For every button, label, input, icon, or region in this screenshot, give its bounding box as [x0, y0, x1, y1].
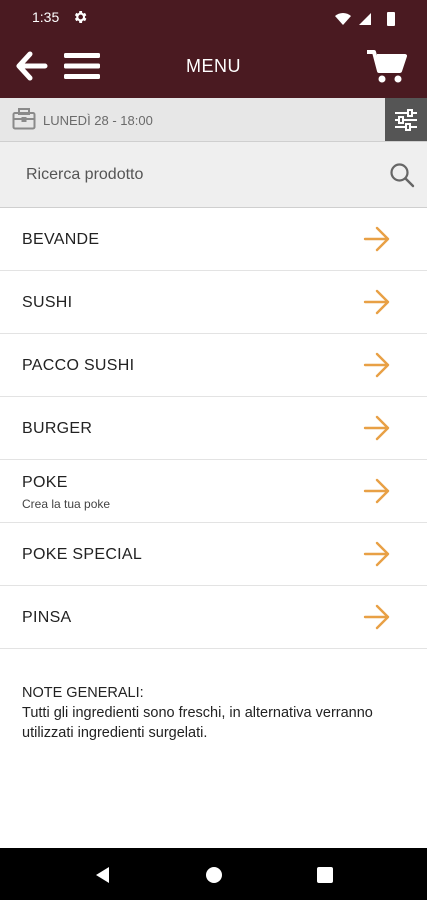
- cart-icon[interactable]: [367, 48, 407, 84]
- nav-recents-icon[interactable]: [314, 864, 336, 886]
- category-label: PACCO SUSHI: [22, 357, 135, 374]
- page-title: MENU: [186, 56, 241, 76]
- nav-home-icon[interactable]: [203, 864, 225, 886]
- system-status-icons: [335, 12, 395, 26]
- battery-icon: [387, 12, 395, 26]
- arrow-right-icon: [363, 541, 390, 567]
- category-label: POKE: [22, 474, 68, 491]
- list-item[interactable]: SUSHI: [0, 271, 427, 334]
- list-item[interactable]: PACCO SUSHI: [0, 334, 427, 397]
- notes-text: Tutti gli ingredienti sono freschi, in a…: [22, 705, 373, 741]
- delivery-date-label: LUNEDÌ 28 - 18:00: [43, 113, 153, 128]
- signal-icon: [359, 13, 371, 25]
- list-item[interactable]: POKE SPECIAL: [0, 523, 427, 586]
- category-label: BEVANDE: [22, 231, 100, 248]
- category-subtitle: Crea la tua poke: [22, 497, 111, 511]
- arrow-right-icon: [363, 352, 390, 378]
- search-input[interactable]: Ricerca prodotto: [26, 166, 143, 184]
- system-navigation-bar: [0, 848, 427, 900]
- arrow-right-icon: [363, 604, 390, 630]
- arrow-right-icon: [363, 415, 390, 441]
- category-label: POKE SPECIAL: [22, 546, 143, 563]
- wifi-icon: [335, 12, 351, 25]
- app-bar: MENU: [0, 36, 427, 98]
- category-label: PINSA: [22, 609, 72, 626]
- list-item[interactable]: BEVANDE: [0, 208, 427, 271]
- general-notes: NOTE GENERALI: Tutti gli ingredienti son…: [22, 683, 412, 743]
- list-item[interactable]: POKE Crea la tua poke: [0, 460, 427, 523]
- arrow-right-icon: [363, 478, 390, 504]
- calendar-icon: [12, 108, 36, 130]
- nav-back-icon[interactable]: [92, 864, 114, 886]
- list-item[interactable]: PINSA: [0, 586, 427, 649]
- status-time: 1:35: [32, 9, 60, 25]
- category-list: BEVANDE SUSHI PACCO SUSHI BURGER POKE Cr…: [0, 208, 427, 649]
- list-item[interactable]: BURGER: [0, 397, 427, 460]
- arrow-right-icon: [363, 226, 390, 252]
- delivery-date-bar[interactable]: LUNEDÌ 28 - 18:00: [0, 98, 427, 142]
- notes-title: NOTE GENERALI:: [22, 685, 144, 701]
- status-bar: 1:35: [0, 0, 427, 36]
- filter-button[interactable]: [385, 98, 427, 141]
- gear-icon: [74, 11, 87, 23]
- search-icon[interactable]: [389, 162, 415, 188]
- arrow-right-icon: [363, 289, 390, 315]
- category-label: SUSHI: [22, 294, 73, 311]
- product-search-bar[interactable]: Ricerca prodotto: [0, 142, 427, 208]
- app-header: 1:35 MENU: [0, 0, 427, 98]
- filter-sliders-icon: [395, 109, 417, 131]
- category-label: BURGER: [22, 420, 93, 437]
